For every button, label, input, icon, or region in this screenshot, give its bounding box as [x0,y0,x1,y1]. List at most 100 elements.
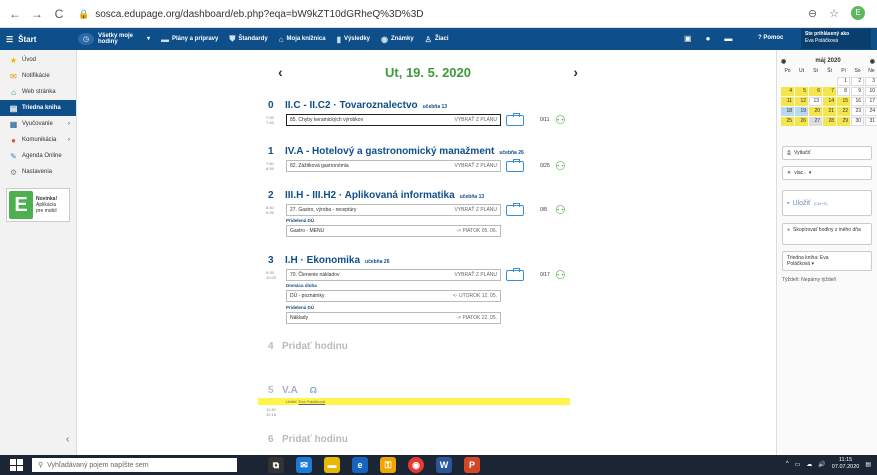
sidebar-item-web[interactable]: ⌂ Web stránka [0,84,76,100]
homework-row[interactable]: Náklady -> PIATOK 22. 05. [286,312,501,324]
more-button[interactable]: ✕ viac.. ▾ [782,166,872,180]
clock[interactable]: 11:15 07.07.2020 [832,457,860,471]
lesson-topic-input[interactable]: 85. Chyby keramických výrobkov VYBRAŤ Z P… [286,114,501,126]
lesson-title[interactable]: IV.A - Hotelový a gastronomický manažmen… [285,146,494,157]
message-icon[interactable]: ▬ [724,34,732,43]
calendar-day[interactable]: 17 [865,97,877,106]
prev-month-button[interactable]: ◉ [781,58,786,65]
calendar-day[interactable]: 12 [795,97,808,106]
attendance-icon[interactable]: ⚇ [555,113,571,127]
sidebar-item-nastavenia[interactable]: ⚙ Nastavenia [0,164,76,180]
choose-from-plan[interactable]: VYBRAŤ Z PLÁNU [454,117,497,123]
next-month-button[interactable]: ◉ [870,58,875,65]
class-book-selector[interactable]: Triedna kniha: Eva Poláčková ▾ [782,251,872,271]
store-icon[interactable]: ⚿ [380,457,396,473]
briefcase-icon[interactable] [506,203,524,216]
network-icon[interactable]: ▭ [795,461,801,468]
calendar-day[interactable]: 10 [865,87,877,96]
nav-results[interactable]: ▮ Výsledky [337,35,370,44]
calendar-day[interactable]: 28 [823,117,836,126]
calendar-day[interactable]: 2 [851,77,864,86]
teacher-name[interactable]: Eva Poláčková [299,399,325,404]
mobile-app-promo[interactable]: E Novinka! Aplikácia pre mobil [6,188,70,222]
lesson-5[interactable]: 5 V.A ☊ [268,385,317,396]
attendance-icon[interactable]: ⚇ [555,268,571,282]
powerpoint-icon[interactable]: P [464,457,480,473]
homework-row[interactable]: DÚ - poznámky <- UTOROK 12. 05. [286,290,501,302]
calendar-day[interactable]: 16 [851,97,864,106]
briefcase-icon[interactable] [506,268,524,281]
print-button[interactable]: ⎙ Vytlačiť [782,146,872,160]
calendar-day[interactable]: 8 [837,87,850,96]
calendar-day[interactable]: 26 [795,117,808,126]
nav-grades[interactable]: ◉ Známky [381,35,414,44]
collapse-sidebar-icon[interactable]: ‹ [66,434,69,445]
calendar-day[interactable]: 9 [851,87,864,96]
task-view-icon[interactable]: ⧉ [268,457,284,473]
lesson-title[interactable]: II.C - II.C2 · Tovaroznalectvo [285,100,418,111]
calendar-day[interactable]: 19 [795,107,808,116]
sidebar-item-triedna-kniha[interactable]: ▤ Triedna kniha [0,100,76,116]
briefcase-icon[interactable] [506,113,524,126]
sidebar-item-komunikacia[interactable]: ● Komunikácia › [0,132,76,148]
calendar-day[interactable]: 1 [837,77,850,86]
choose-from-plan[interactable]: VYBRAŤ Z PLÁNU [454,272,497,278]
nav-plans[interactable]: ▬ Plány a prípravy [161,35,218,44]
sidebar-item-vyucovanie[interactable]: ▦ Vyučovanie › [0,116,76,132]
add-lesson-6[interactable]: 6 Pridať hodinu [268,434,348,445]
address-bar[interactable]: 🔒 sosca.edupage.org/dashboard/eb.php?eqa… [78,5,848,23]
screen-icon[interactable]: ▣ [684,34,692,43]
homework-row[interactable]: Gastro - MENU -> PIATOK 05. 06. [286,225,501,237]
attendance-icon[interactable]: ⚇ [555,203,571,217]
calendar-day[interactable]: 7 [823,87,836,96]
user-menu[interactable]: Ste prihlásený ako Eva Poláčková [801,29,871,49]
chat-bubble-icon[interactable]: ● [706,34,711,43]
calendar-day[interactable]: 27 [809,117,822,126]
save-button[interactable]: ▪ Uložiť (Ctrl+S) [782,190,872,216]
volume-icon[interactable]: 🔊 [818,461,825,468]
nav-library[interactable]: ⌂ Moja knižnica [279,35,326,44]
edge-icon[interactable]: e [352,457,368,473]
start-menu-button[interactable]: ☰ Štart [0,35,70,44]
calendar-day[interactable]: 20 [809,107,822,116]
calendar-day[interactable]: 4 [781,87,794,96]
word-icon[interactable]: W [436,457,452,473]
copy-lessons-button[interactable]: ● Skopírovať hodiny z iného dňa [782,223,872,245]
calendar-day[interactable]: 29 [837,117,850,126]
lesson-title[interactable]: I.H · Ekonomika [285,255,360,266]
prev-day-button[interactable]: ‹ [278,64,283,80]
calendar-day[interactable]: 30 [851,117,864,126]
notifications-icon[interactable]: ▤ [865,461,871,468]
calendar-day[interactable]: 6 [809,87,822,96]
calendar-day[interactable]: 31 [865,117,877,126]
profile-avatar[interactable]: E [851,6,865,20]
sidebar-item-uvod[interactable]: ★ Úvod [0,52,76,68]
explorer-icon[interactable]: ▬ [324,457,340,473]
nav-all-lessons[interactable]: Všetky moje hodiny ▾ [98,33,150,45]
next-day-button[interactable]: › [573,64,578,80]
calendar-day[interactable]: 25 [781,117,794,126]
sidebar-item-agenda[interactable]: ✎ Agenda Online [0,148,76,164]
lesson-title[interactable]: III.H - III.H2 · Aplikovaná informatika [285,190,455,201]
chrome-icon[interactable]: ◉ [408,457,424,473]
choose-from-plan[interactable]: VYBRAŤ Z PLÁNU [454,207,497,213]
lesson-topic-input[interactable]: 82. Zážitková gastronómia VYBRAŤ Z PLÁNU [286,160,501,172]
mail-app-icon[interactable]: ✉ [296,457,312,473]
cloud-icon[interactable]: ☁ [806,461,812,468]
calendar-day[interactable]: 24 [865,107,877,116]
reload-button[interactable]: C [52,7,66,21]
calendar-day[interactable]: 18 [781,107,794,116]
help-link[interactable]: ? Pomoc [758,35,783,41]
calendar-day[interactable]: 21 [823,107,836,116]
zoom-icon[interactable]: ⊖ [808,7,817,20]
forward-button[interactable]: → [30,7,44,21]
calendar-day[interactable]: 11 [781,97,794,106]
nav-students[interactable]: ♙ Žiaci [425,35,449,44]
calendar-day[interactable]: 3 [865,77,877,86]
calendar-day[interactable]: 15 [837,97,850,106]
lesson-topic-input[interactable]: 27. Gastro, výroba - receptúry VYBRAŤ Z P… [286,204,501,216]
calendar-day[interactable]: 5 [795,87,808,96]
calendar-day[interactable]: 23 [851,107,864,116]
taskbar-search[interactable]: ⚲ Vyhľadávaný pojem napíšte sem [32,458,237,472]
choose-from-plan[interactable]: VYBRAŤ Z PLÁNU [454,163,497,169]
